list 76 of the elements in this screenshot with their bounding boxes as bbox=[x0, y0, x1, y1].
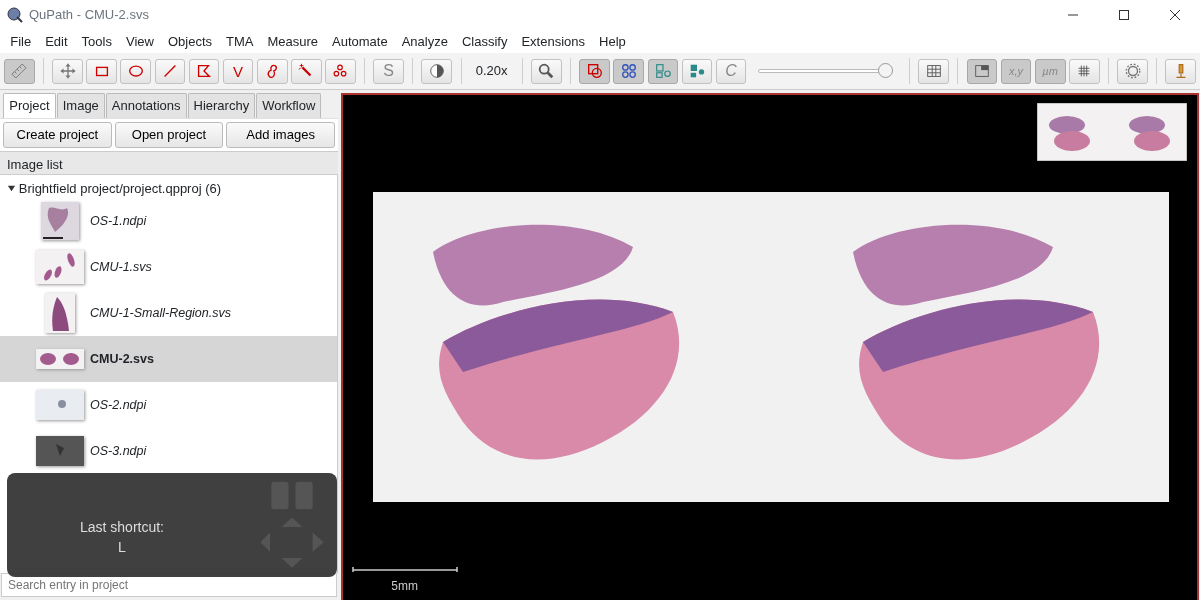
ellipse-icon bbox=[126, 62, 145, 80]
toolbar-button[interactable] bbox=[324, 58, 356, 84]
menu-item[interactable]: Tools bbox=[74, 31, 119, 52]
toolbar-button[interactable]: V bbox=[222, 58, 254, 84]
image-entry[interactable]: OS-3.ndpi bbox=[0, 428, 337, 474]
zoom-level: 0.20x bbox=[474, 62, 509, 81]
toolbar-button[interactable] bbox=[86, 58, 118, 84]
toolbar-button[interactable] bbox=[1068, 58, 1100, 84]
move-icon bbox=[58, 62, 77, 80]
shortcut-key: L bbox=[112, 537, 132, 559]
toolbar-button[interactable] bbox=[579, 58, 611, 84]
detections-outline-icon bbox=[653, 62, 672, 80]
image-entry[interactable]: CMU-1-Small-Region.svs bbox=[0, 290, 337, 336]
zoom-fit-icon bbox=[537, 62, 556, 80]
menu-item[interactable]: Automate bbox=[325, 31, 395, 52]
toolbar-button[interactable] bbox=[681, 58, 713, 84]
toolbar-button[interactable] bbox=[188, 58, 220, 84]
table-icon bbox=[924, 62, 943, 80]
expanded-caret-icon[interactable] bbox=[6, 183, 16, 193]
menu-item[interactable]: Objects bbox=[160, 31, 219, 52]
menu-item[interactable]: Classify bbox=[454, 31, 515, 52]
toolbar-button[interactable] bbox=[52, 58, 84, 84]
image-entry[interactable]: OS-1.ndpi bbox=[0, 198, 337, 244]
settings-icon bbox=[1123, 62, 1142, 80]
panel-tab[interactable]: Project bbox=[3, 93, 56, 118]
slide-thumbnail bbox=[36, 436, 84, 466]
slide-thumbnail bbox=[36, 250, 84, 284]
slide-thumbnail bbox=[36, 349, 84, 369]
image-entry[interactable]: CMU-2.svs bbox=[0, 336, 337, 382]
menu-item[interactable]: Analyze bbox=[394, 31, 455, 52]
toolbar-button[interactable] bbox=[1117, 58, 1148, 84]
panel-tab[interactable]: Workflow bbox=[256, 93, 322, 118]
image-viewer[interactable]: 5mm bbox=[341, 93, 1200, 600]
toolbar-button[interactable] bbox=[421, 58, 453, 84]
panel-tab[interactable]: Image bbox=[56, 93, 105, 118]
overview-icon bbox=[973, 62, 991, 80]
slide-thumbnail bbox=[41, 202, 79, 240]
toolbar-button[interactable] bbox=[4, 58, 35, 84]
image-entry[interactable]: OS-2.ndpi bbox=[0, 382, 337, 428]
app-logo-icon bbox=[6, 7, 23, 23]
project-button[interactable]: Open project bbox=[114, 122, 224, 148]
list-header: Image list bbox=[0, 151, 338, 176]
toolbar-button[interactable] bbox=[1165, 58, 1197, 84]
toolbar-button[interactable] bbox=[918, 58, 950, 84]
tma-grid-icon bbox=[619, 62, 638, 80]
project-button[interactable]: Create project bbox=[3, 122, 112, 148]
menu-item[interactable]: Measure bbox=[260, 31, 326, 52]
menu-item[interactable]: View bbox=[118, 31, 161, 52]
ruler-icon bbox=[10, 62, 29, 80]
window-title: QuPath - CMU-2.svs bbox=[29, 6, 149, 25]
toolbar-button[interactable] bbox=[531, 58, 562, 84]
image-entry[interactable]: CMU-1.svs bbox=[0, 244, 337, 290]
menu-item[interactable]: Edit bbox=[38, 31, 75, 52]
menu-item[interactable]: Extensions bbox=[514, 31, 593, 52]
panel-tab[interactable]: Hierarchy bbox=[187, 93, 256, 118]
toolbar-button[interactable] bbox=[290, 58, 322, 84]
slide-thumbnail bbox=[45, 293, 75, 333]
close-icon[interactable] bbox=[1168, 9, 1181, 21]
contrast-icon bbox=[427, 62, 446, 80]
menu-item[interactable]: File bbox=[3, 31, 39, 52]
toolbar-button[interactable] bbox=[120, 58, 152, 84]
slide-thumbnail bbox=[36, 390, 84, 420]
shortcut-caption: Last shortcut: bbox=[78, 518, 165, 538]
menu-item[interactable]: TMA bbox=[219, 31, 261, 52]
menu-item[interactable]: Help bbox=[592, 31, 633, 52]
toolbar-button[interactable] bbox=[256, 58, 288, 84]
toolbar-button[interactable] bbox=[613, 58, 645, 84]
maximize-icon[interactable] bbox=[1117, 9, 1130, 21]
project-button[interactable]: Add images bbox=[226, 122, 335, 148]
scale-label: 5mm bbox=[391, 578, 418, 596]
toolbar-button[interactable] bbox=[966, 58, 998, 84]
annotations-icon bbox=[585, 62, 604, 80]
project-root[interactable]: Brightfield project/project.qpproj (6) bbox=[18, 178, 222, 198]
toolbar-button[interactable] bbox=[647, 58, 679, 84]
opacity-slider[interactable] bbox=[757, 63, 893, 79]
panel-tab[interactable]: Annotations bbox=[105, 93, 187, 118]
